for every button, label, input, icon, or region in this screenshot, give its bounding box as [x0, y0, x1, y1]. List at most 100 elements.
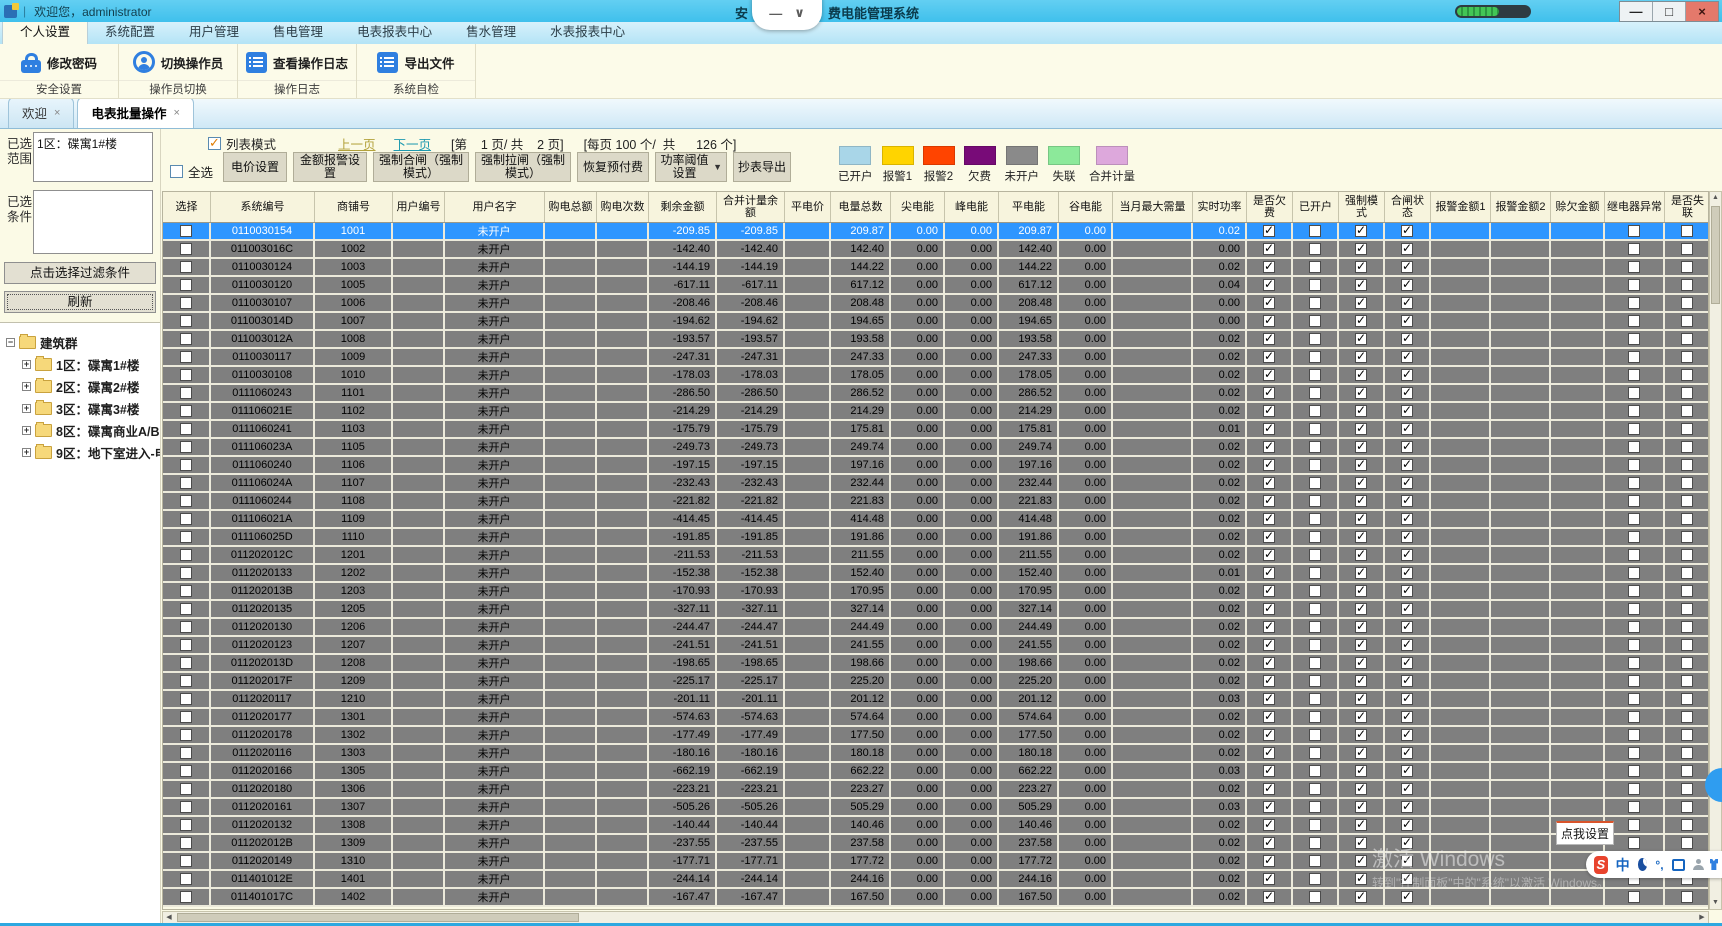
switch-checkbox[interactable] — [1401, 763, 1413, 777]
relay-checkbox[interactable] — [1628, 639, 1640, 651]
select-checkbox[interactable] — [180, 423, 192, 435]
tree-item-4[interactable]: +9区：地下室进入-电表 — [6, 441, 160, 463]
relay-checkbox[interactable] — [1628, 315, 1640, 327]
tree-item-2[interactable]: +3区：碟寓3#楼 — [6, 397, 160, 419]
opened-checkbox[interactable] — [1309, 549, 1321, 561]
relay-checkbox[interactable] — [1628, 225, 1640, 237]
opened-checkbox[interactable] — [1309, 405, 1321, 417]
column-header-alarm2[interactable]: 报警金额2 — [1491, 192, 1551, 222]
relay-checkbox[interactable] — [1628, 441, 1640, 453]
force-checkbox[interactable] — [1355, 331, 1367, 345]
force-checkbox[interactable] — [1355, 853, 1367, 867]
column-header-alarm1[interactable]: 报警金额1 — [1431, 192, 1491, 222]
relay-checkbox[interactable] — [1628, 405, 1640, 417]
relay-checkbox[interactable] — [1628, 549, 1640, 561]
table-row[interactable]: 0112020123 1207 未开户 -241.51 -241.51 241.55 0.0… — [163, 637, 1708, 655]
person-icon-small[interactable] — [1693, 859, 1705, 870]
relay-checkbox[interactable] — [1628, 279, 1640, 291]
owe-checkbox[interactable] — [1263, 511, 1275, 525]
column-header-mergeremain[interactable]: 合并计量余额 — [717, 192, 785, 222]
column-header-sharp[interactable]: 尖电能 — [891, 192, 945, 222]
opened-checkbox[interactable] — [1309, 387, 1321, 399]
select-checkbox[interactable] — [180, 315, 192, 327]
column-header-force[interactable]: 强制模式 — [1339, 192, 1385, 222]
select-checkbox[interactable] — [180, 585, 192, 597]
relay-checkbox[interactable] — [1628, 585, 1640, 597]
select-checkbox[interactable] — [180, 657, 192, 669]
lost-checkbox[interactable] — [1681, 423, 1693, 435]
owe-checkbox[interactable] — [1263, 601, 1275, 615]
opened-checkbox[interactable] — [1309, 243, 1321, 255]
select-checkbox[interactable] — [180, 369, 192, 381]
force-checkbox[interactable] — [1355, 601, 1367, 615]
opened-checkbox[interactable] — [1309, 801, 1321, 813]
relay-checkbox[interactable] — [1628, 477, 1640, 489]
relay-checkbox[interactable] — [1628, 819, 1640, 831]
relay-checkbox[interactable] — [1628, 783, 1640, 795]
relay-checkbox[interactable] — [1628, 333, 1640, 345]
column-header-flat[interactable]: 平电能 — [999, 192, 1059, 222]
prev-page-link[interactable]: 上一页 — [338, 134, 376, 153]
owe-checkbox[interactable] — [1263, 313, 1275, 327]
opened-checkbox[interactable] — [1309, 585, 1321, 597]
switch-checkbox[interactable] — [1401, 511, 1413, 525]
toolbar-button-4[interactable]: 恢复预付费 — [577, 152, 650, 182]
relay-checkbox[interactable] — [1628, 747, 1640, 759]
column-header-maxdemand[interactable]: 当月最大需量 — [1113, 192, 1193, 222]
column-header-valley[interactable]: 谷电能 — [1059, 192, 1113, 222]
column-header-userno[interactable]: 用户编号 — [393, 192, 445, 222]
force-checkbox[interactable] — [1355, 709, 1367, 723]
lost-checkbox[interactable] — [1681, 585, 1693, 597]
switch-checkbox[interactable] — [1401, 403, 1413, 417]
relay-checkbox[interactable] — [1628, 567, 1640, 579]
force-checkbox[interactable] — [1355, 799, 1367, 813]
owe-checkbox[interactable] — [1263, 781, 1275, 795]
chevron-down-icon[interactable]: ▼ — [713, 161, 722, 174]
tree-item-0[interactable]: +1区：碟寓1#楼 — [6, 353, 160, 375]
select-checkbox[interactable] — [180, 351, 192, 363]
scroll-right-icon[interactable]: ▶ — [1696, 912, 1708, 923]
close-button[interactable]: × — [1686, 2, 1718, 21]
table-row[interactable]: 011106021E 1102 未开户 -214.29 -214.29 214.29 0.0… — [163, 403, 1708, 421]
vertical-scrollbar[interactable]: ▲ ▼ — [1709, 191, 1722, 910]
table-row[interactable]: 011003014D 1007 未开户 -194.62 -194.62 194.65 0.0… — [163, 313, 1708, 331]
lost-checkbox[interactable] — [1681, 783, 1693, 795]
table-row[interactable]: 011202013D 1208 未开户 -198.65 -198.65 198.66 0.0… — [163, 655, 1708, 673]
view-logs-button[interactable]: 查看操作日志 — [238, 44, 356, 80]
table-row[interactable]: 011202017F 1209 未开户 -225.17 -225.17 225.20 0.0… — [163, 673, 1708, 691]
column-header-lost[interactable]: 是否失联 — [1665, 192, 1708, 222]
owe-checkbox[interactable] — [1263, 637, 1275, 651]
tree-item-1[interactable]: +2区：碟寓2#楼 — [6, 375, 160, 397]
opened-checkbox[interactable] — [1309, 423, 1321, 435]
relay-checkbox[interactable] — [1628, 657, 1640, 669]
select-checkbox[interactable] — [180, 567, 192, 579]
lost-checkbox[interactable] — [1681, 711, 1693, 723]
lost-checkbox[interactable] — [1681, 477, 1693, 489]
relay-checkbox[interactable] — [1628, 261, 1640, 273]
opened-checkbox[interactable] — [1309, 783, 1321, 795]
refresh-button[interactable]: 刷新 — [4, 291, 156, 313]
switch-checkbox[interactable] — [1401, 799, 1413, 813]
relay-checkbox[interactable] — [1628, 711, 1640, 723]
table-row[interactable]: 0112020132 1308 未开户 -140.44 -140.44 140.46 0.0… — [163, 817, 1708, 835]
collapse-icon[interactable]: − — [6, 337, 15, 347]
force-checkbox[interactable] — [1355, 313, 1367, 327]
owe-checkbox[interactable] — [1263, 223, 1275, 237]
lost-checkbox[interactable] — [1681, 675, 1693, 687]
opened-checkbox[interactable] — [1309, 369, 1321, 381]
force-checkbox[interactable] — [1355, 871, 1367, 885]
opened-checkbox[interactable] — [1309, 657, 1321, 669]
next-page-link[interactable]: 下一页 — [394, 134, 432, 153]
select-checkbox[interactable] — [180, 243, 192, 255]
export-file-button[interactable]: 导出文件 — [357, 44, 475, 80]
table-row[interactable]: 0110030107 1006 未开户 -208.46 -208.46 208.48 0.0… — [163, 295, 1708, 313]
owe-checkbox[interactable] — [1263, 709, 1275, 723]
table-row[interactable]: 0111060240 1106 未开户 -197.15 -197.15 197.16 0.0… — [163, 457, 1708, 475]
lost-checkbox[interactable] — [1681, 729, 1693, 741]
switch-checkbox[interactable] — [1401, 529, 1413, 543]
switch-checkbox[interactable] — [1401, 619, 1413, 633]
relay-checkbox[interactable] — [1628, 891, 1640, 903]
switch-checkbox[interactable] — [1401, 259, 1413, 273]
relay-checkbox[interactable] — [1628, 243, 1640, 255]
select-checkbox[interactable] — [180, 531, 192, 543]
